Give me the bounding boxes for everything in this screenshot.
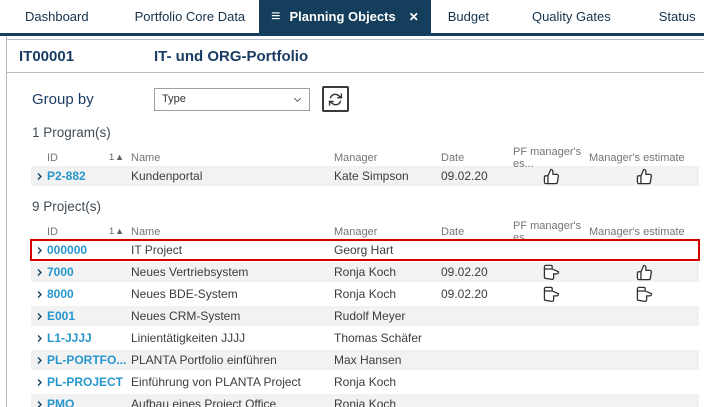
row-id-link[interactable]: PL-PROJECT bbox=[47, 375, 131, 389]
row-manager: Ronja Koch bbox=[334, 287, 441, 301]
row-manager: Max Hansen bbox=[334, 353, 441, 367]
col-manager-estimate[interactable]: Manager's estimate bbox=[589, 152, 699, 164]
col-manager[interactable]: Manager bbox=[334, 152, 441, 164]
group-by-toolbar: Group by Type bbox=[32, 86, 704, 112]
projects-table: ID 1▲ Name Manager Date PF manager's es.… bbox=[31, 220, 699, 407]
tab-dashboard[interactable]: Dashboard bbox=[25, 0, 89, 33]
row-date: 09.02.20 bbox=[441, 287, 513, 301]
tab-quality-gates[interactable]: Quality Gates bbox=[532, 0, 611, 33]
refresh-button[interactable] bbox=[322, 86, 349, 112]
row-name: IT Project bbox=[131, 243, 334, 257]
col-pf-estimate[interactable]: PF manager's es... bbox=[513, 146, 589, 170]
row-id-link[interactable]: PMO bbox=[47, 397, 131, 407]
page-title: IT- und ORG-Portfolio bbox=[154, 48, 308, 65]
col-name[interactable]: Name bbox=[131, 152, 334, 164]
section-title-projects: 9 Project(s) bbox=[32, 199, 704, 214]
row-name: Neues BDE-System bbox=[131, 287, 334, 301]
chevron-right-icon[interactable] bbox=[31, 312, 47, 321]
table-row[interactable]: PL-PORTFO... PLANTA Portfolio einführen … bbox=[31, 350, 699, 370]
content-frame: IT00001 IT- und ORG-Portfolio Group by T… bbox=[6, 36, 704, 407]
row-id-link[interactable]: E001 bbox=[47, 309, 131, 323]
row-manager: Ronja Koch bbox=[334, 397, 441, 407]
col-manager[interactable]: Manager bbox=[334, 226, 441, 238]
tab-planning-objects[interactable]: ≡ Planning Objects ✕ bbox=[259, 0, 431, 33]
table-header: ID 1▲ Name Manager Date PF manager's es.… bbox=[31, 146, 699, 163]
row-date: 09.02.20 bbox=[441, 265, 513, 279]
row-manager: Thomas Schäfer bbox=[334, 331, 441, 345]
table-row[interactable]: L1-JJJJ Linientätigkeiten JJJJ Thomas Sc… bbox=[31, 328, 699, 348]
row-name: Kundenportal bbox=[131, 169, 334, 183]
col-name[interactable]: Name bbox=[131, 226, 334, 238]
row-name: Linientätigkeiten JJJJ bbox=[131, 331, 334, 345]
col-pf-estimate[interactable]: PF manager's es... bbox=[513, 220, 589, 244]
col-date[interactable]: Date bbox=[441, 226, 513, 238]
tab-bar: Dashboard Portfolio Core Data ≡ Planning… bbox=[0, 0, 704, 36]
table-row[interactable]: 8000 Neues BDE-System Ronja Koch 09.02.2… bbox=[31, 284, 699, 304]
chevron-down-icon bbox=[292, 94, 303, 105]
row-manager: Ronja Koch bbox=[334, 265, 441, 279]
row-manager: Ronja Koch bbox=[334, 375, 441, 389]
close-icon[interactable]: ✕ bbox=[409, 10, 419, 24]
thumb-neutral-icon[interactable] bbox=[636, 286, 653, 303]
row-id-link[interactable]: 7000 bbox=[47, 265, 131, 279]
chevron-right-icon[interactable] bbox=[31, 378, 47, 387]
chevron-right-icon[interactable] bbox=[31, 172, 47, 181]
tab-portfolio-core-data[interactable]: Portfolio Core Data bbox=[135, 0, 246, 33]
row-name: PLANTA Portfolio einführen bbox=[131, 353, 334, 367]
row-name: Neues Vertriebsystem bbox=[131, 265, 334, 279]
table-row-selected[interactable]: 000000 IT Project Georg Hart bbox=[31, 240, 699, 260]
chevron-right-icon[interactable] bbox=[31, 268, 47, 277]
row-manager: Georg Hart bbox=[334, 243, 441, 257]
col-id[interactable]: ID bbox=[47, 152, 58, 164]
row-id-link[interactable]: 8000 bbox=[47, 287, 131, 301]
thumb-up-icon[interactable] bbox=[636, 168, 653, 185]
row-manager: Rudolf Meyer bbox=[334, 309, 441, 323]
thumb-up-icon[interactable] bbox=[636, 264, 653, 281]
table-row[interactable]: P2-882 Kundenportal Kate Simpson 09.02.2… bbox=[31, 166, 699, 186]
table-row[interactable]: 7000 Neues Vertriebsystem Ronja Koch 09.… bbox=[31, 262, 699, 282]
thumb-neutral-icon[interactable] bbox=[543, 286, 560, 303]
portfolio-id: IT00001 bbox=[19, 48, 154, 65]
row-id-link[interactable]: P2-882 bbox=[47, 169, 131, 183]
chevron-right-icon[interactable] bbox=[31, 400, 47, 407]
tab-budget[interactable]: Budget bbox=[448, 0, 489, 33]
row-name: Einführung von PLANTA Project bbox=[131, 375, 334, 389]
portfolio-header: IT00001 IT- und ORG-Portfolio bbox=[7, 39, 704, 73]
tab-status[interactable]: Status bbox=[659, 0, 696, 33]
row-name: Aufbau eines Project Office bbox=[131, 397, 334, 407]
row-id-link[interactable]: PL-PORTFO... bbox=[47, 353, 131, 367]
thumb-neutral-icon[interactable] bbox=[543, 264, 560, 281]
refresh-icon bbox=[328, 92, 343, 107]
group-by-select[interactable]: Type bbox=[154, 88, 310, 111]
table-row[interactable]: PL-PROJECT Einführung von PLANTA Project… bbox=[31, 372, 699, 392]
row-manager: Kate Simpson bbox=[334, 169, 441, 183]
chevron-right-icon[interactable] bbox=[31, 246, 47, 255]
hamburger-menu-icon[interactable]: ≡ bbox=[271, 9, 280, 25]
table-row[interactable]: PMO Aufbau eines Project Office Ronja Ko… bbox=[31, 394, 699, 407]
sort-indicator[interactable]: 1▲ bbox=[109, 226, 125, 238]
row-name: Neues CRM-System bbox=[131, 309, 334, 323]
table-row[interactable]: E001 Neues CRM-System Rudolf Meyer bbox=[31, 306, 699, 326]
chevron-right-icon[interactable] bbox=[31, 334, 47, 343]
group-by-value: Type bbox=[162, 93, 186, 105]
programs-table: ID 1▲ Name Manager Date PF manager's es.… bbox=[31, 146, 699, 186]
section-title-programs: 1 Program(s) bbox=[32, 125, 704, 140]
group-by-label: Group by bbox=[32, 91, 154, 108]
row-id-link[interactable]: 000000 bbox=[47, 243, 131, 257]
col-manager-estimate[interactable]: Manager's estimate bbox=[589, 226, 699, 238]
col-id[interactable]: ID bbox=[47, 226, 58, 238]
tab-planning-objects-label: Planning Objects bbox=[290, 9, 396, 24]
chevron-right-icon[interactable] bbox=[31, 290, 47, 299]
chevron-right-icon[interactable] bbox=[31, 356, 47, 365]
row-date: 09.02.20 bbox=[441, 169, 513, 183]
table-header: ID 1▲ Name Manager Date PF manager's es.… bbox=[31, 220, 699, 237]
sort-indicator[interactable]: 1▲ bbox=[109, 152, 125, 164]
thumb-up-icon[interactable] bbox=[543, 168, 560, 185]
row-id-link[interactable]: L1-JJJJ bbox=[47, 331, 131, 345]
col-date[interactable]: Date bbox=[441, 152, 513, 164]
